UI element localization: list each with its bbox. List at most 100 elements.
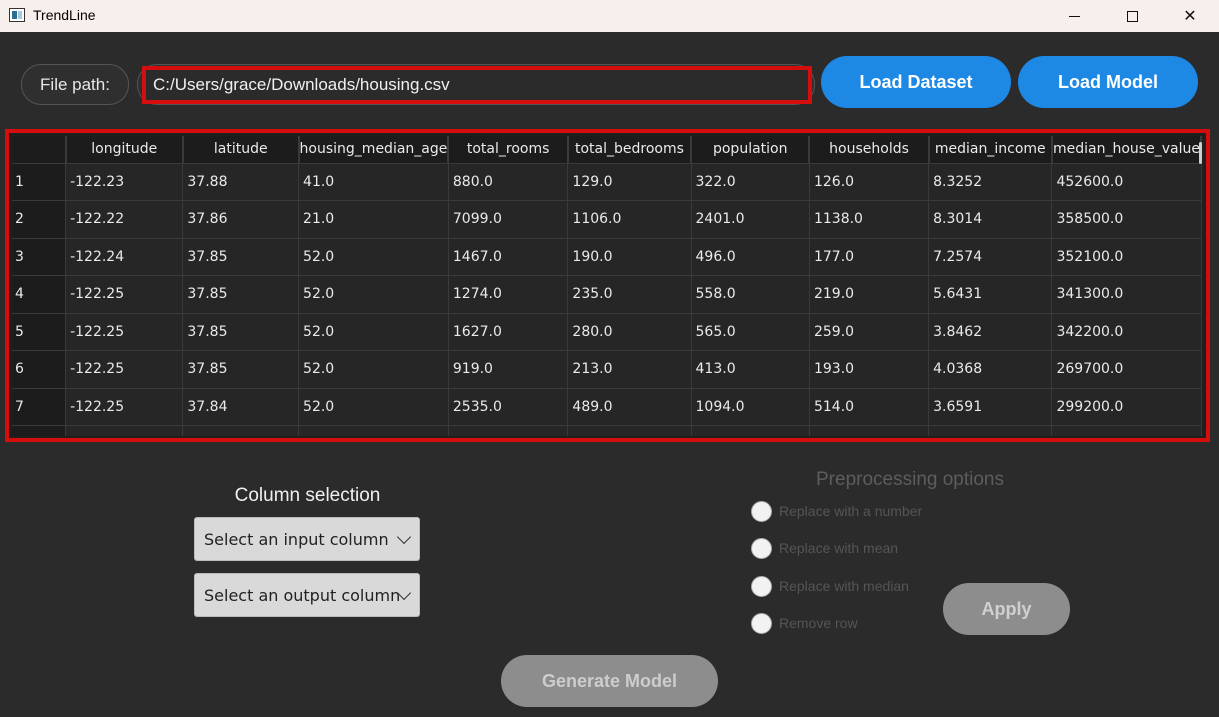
column-header-total-rooms[interactable]: total_rooms: [448, 136, 569, 164]
row-index[interactable]: [12, 425, 67, 436]
table-cell[interactable]: 352100.0: [1051, 238, 1202, 276]
table-cell[interactable]: 5.6431: [928, 275, 1053, 314]
table-cell[interactable]: 496.0: [691, 238, 810, 276]
table-cell[interactable]: 213.0: [567, 350, 692, 389]
radio-button[interactable]: [751, 537, 772, 559]
table-cell[interactable]: 1106.0: [567, 200, 692, 239]
table-cell[interactable]: [691, 425, 810, 436]
column-header-households[interactable]: households: [809, 136, 930, 164]
table-cell[interactable]: 269700.0: [1051, 350, 1202, 389]
table-cell[interactable]: 52.0: [298, 388, 449, 426]
table-cell[interactable]: -122.25: [65, 275, 184, 314]
row-index[interactable]: 2: [12, 200, 67, 239]
table-cell[interactable]: 190.0: [567, 238, 692, 276]
table-cell[interactable]: 37.85: [182, 238, 300, 276]
table-cell[interactable]: 452600.0: [1051, 163, 1202, 201]
output-column-select[interactable]: Select an output column: [194, 573, 420, 617]
table-cell[interactable]: 129.0: [567, 163, 692, 201]
table-cell[interactable]: -122.24: [65, 238, 184, 276]
table-cell[interactable]: 259.0: [809, 313, 930, 351]
table-cell[interactable]: 3.8462: [928, 313, 1053, 351]
table-cell[interactable]: 37.88: [182, 163, 300, 201]
table-cell[interactable]: 37.86: [182, 200, 300, 239]
table-cell[interactable]: [1051, 425, 1202, 436]
table-cell[interactable]: -122.25: [65, 388, 184, 426]
apply-button[interactable]: Apply: [943, 583, 1070, 635]
table-cell[interactable]: 1138.0: [809, 200, 930, 239]
column-header-housing-median-age[interactable]: housing_median_age: [298, 136, 450, 164]
table-row[interactable]: 4 -122.25 37.85 52.0 1274.0 235.0 558.0 219.0 5.…: [12, 275, 1202, 314]
table-row[interactable]: 7 -122.25 37.84 52.0 2535.0 489.0 1094.0 514.0 3…: [12, 388, 1202, 426]
table-cell[interactable]: 219.0: [809, 275, 930, 314]
table-cell[interactable]: 299200.0: [1051, 388, 1202, 426]
table-cell[interactable]: 52.0: [298, 275, 449, 314]
table-vertical-scrollbar[interactable]: [1199, 142, 1202, 164]
load-dataset-button[interactable]: Load Dataset: [821, 56, 1011, 108]
table-cell[interactable]: 2401.0: [691, 200, 810, 239]
row-index[interactable]: 4: [12, 275, 67, 314]
table-cell[interactable]: 8.3252: [928, 163, 1053, 201]
table-cell[interactable]: 280.0: [567, 313, 692, 351]
table-cell[interactable]: 21.0: [298, 200, 449, 239]
table-cell[interactable]: 489.0: [567, 388, 692, 426]
table-cell[interactable]: 52.0: [298, 350, 449, 389]
table-row[interactable]: [12, 425, 1202, 436]
column-header-median-house-value[interactable]: median_house_value: [1051, 136, 1202, 164]
table-row[interactable]: 3 -122.24 37.85 52.0 1467.0 190.0 496.0 177.0 7.…: [12, 238, 1202, 276]
table-cell[interactable]: 52.0: [298, 238, 449, 276]
table-row[interactable]: 2 -122.22 37.86 21.0 7099.0 1106.0 2401.0 1138.…: [12, 200, 1202, 239]
table-cell[interactable]: 558.0: [691, 275, 810, 314]
table-cell[interactable]: [928, 425, 1053, 436]
table-cell[interactable]: [809, 425, 930, 436]
table-cell[interactable]: 7099.0: [448, 200, 569, 239]
table-cell[interactable]: 193.0: [809, 350, 930, 389]
table-cell[interactable]: 8.3014: [928, 200, 1053, 239]
table-cell[interactable]: 2535.0: [448, 388, 569, 426]
table-cell[interactable]: 7.2574: [928, 238, 1053, 276]
table-cell[interactable]: 514.0: [809, 388, 930, 426]
table-row[interactable]: 6 -122.25 37.85 52.0 919.0 213.0 413.0 193.0 4.0…: [12, 350, 1202, 389]
table-cell[interactable]: 358500.0: [1051, 200, 1202, 239]
table-cell[interactable]: 565.0: [691, 313, 810, 351]
load-model-button[interactable]: Load Model: [1018, 56, 1198, 108]
table-cell[interactable]: [298, 425, 449, 436]
table-cell[interactable]: [448, 425, 569, 436]
table-cell[interactable]: -122.25: [65, 350, 184, 389]
table-cell[interactable]: 52.0: [298, 313, 449, 351]
table-corner-cell[interactable]: [12, 136, 67, 164]
data-table-panel[interactable]: longitude latitude housing_median_age total…: [5, 129, 1210, 442]
row-index[interactable]: 5: [12, 313, 67, 351]
row-index[interactable]: 1: [12, 163, 67, 201]
table-cell[interactable]: -122.25: [65, 313, 184, 351]
column-header-latitude[interactable]: latitude: [182, 136, 300, 164]
column-header-population[interactable]: population: [691, 136, 811, 164]
table-cell[interactable]: -122.22: [65, 200, 184, 239]
table-cell[interactable]: 342200.0: [1051, 313, 1202, 351]
generate-model-button[interactable]: Generate Model: [501, 655, 718, 707]
table-cell[interactable]: 919.0: [448, 350, 569, 389]
radio-button[interactable]: [751, 500, 772, 522]
table-cell[interactable]: 37.84: [182, 388, 300, 426]
table-cell[interactable]: -122.23: [65, 163, 184, 201]
table-row[interactable]: 1 -122.23 37.88 41.0 880.0 129.0 322.0 126.0 8.3…: [12, 163, 1202, 201]
row-index[interactable]: 3: [12, 238, 67, 276]
table-cell[interactable]: 37.85: [182, 350, 300, 389]
radio-remove-row[interactable]: Remove row: [751, 612, 858, 634]
table-cell[interactable]: 41.0: [298, 163, 449, 201]
table-cell[interactable]: [182, 425, 300, 436]
radio-button[interactable]: [751, 575, 772, 597]
table-cell[interactable]: 322.0: [691, 163, 810, 201]
row-index[interactable]: 7: [12, 388, 67, 426]
radio-button[interactable]: [751, 612, 772, 634]
table-cell[interactable]: 1467.0: [448, 238, 569, 276]
table-cell[interactable]: 3.6591: [928, 388, 1053, 426]
table-cell[interactable]: [567, 425, 692, 436]
table-cell[interactable]: 413.0: [691, 350, 810, 389]
column-header-total-bedrooms[interactable]: total_bedrooms: [567, 136, 693, 164]
table-row[interactable]: 5 -122.25 37.85 52.0 1627.0 280.0 565.0 259.0 3.…: [12, 313, 1202, 351]
table-cell[interactable]: 37.85: [182, 313, 300, 351]
table-cell[interactable]: 880.0: [448, 163, 569, 201]
input-column-select[interactable]: Select an input column: [194, 517, 420, 561]
table-cell[interactable]: 177.0: [809, 238, 930, 276]
column-header-longitude[interactable]: longitude: [65, 136, 184, 164]
